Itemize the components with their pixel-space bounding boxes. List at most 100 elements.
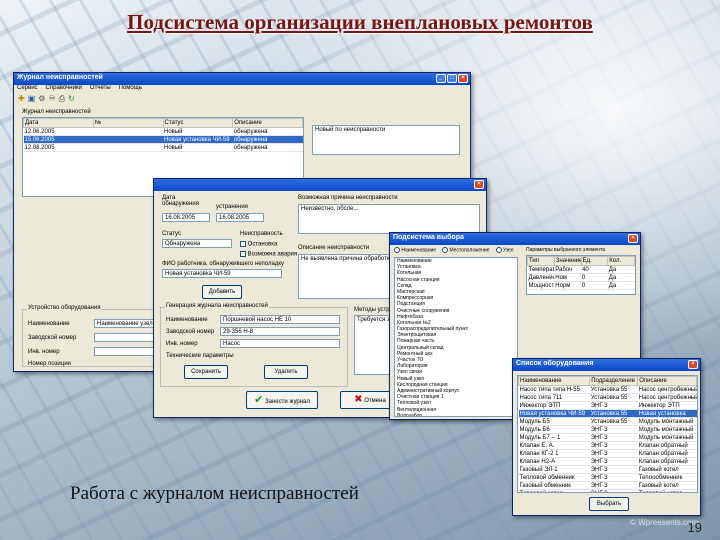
eq-name-field[interactable]: Поршневой насос НЕ 10 — [220, 315, 340, 324]
menu-service[interactable]: Сервис — [17, 85, 38, 94]
col-type[interactable]: Тип — [527, 256, 555, 266]
col-unit[interactable]: Ед. — [580, 256, 609, 266]
cell: Клапан обратный — [637, 449, 697, 458]
binoculars-icon[interactable]: ♾ — [48, 94, 55, 106]
col-eq-name[interactable]: Наименование — [518, 376, 591, 386]
cell: Новая установка ЧИ-59 — [518, 409, 590, 418]
eq-params-label: Технические параметры — [166, 353, 234, 359]
table-row[interactable]: Модуль Б5 Установка 55 Модуль монтажный — [518, 417, 697, 426]
delete-button[interactable]: Удалить — [264, 365, 308, 379]
col-eq-desc[interactable]: Описание — [637, 376, 697, 386]
table-row[interactable]: Насос типа типа Н-55 Установка 55 Насос це… — [518, 385, 697, 394]
check-accident[interactable]: Возможна авария — [240, 251, 297, 258]
eq-serial-field[interactable]: 29-356 Н-8 — [220, 327, 340, 336]
checkbox-icon[interactable] — [240, 241, 246, 247]
params-table[interactable]: Тип Значение Ед. Кол. ТемператураРабоч40… — [526, 255, 636, 295]
option-name[interactable]: Наименование — [394, 247, 436, 253]
option-location[interactable]: Местоположение — [442, 247, 490, 253]
cell: 0 — [581, 273, 608, 282]
cell: Рабоч — [554, 265, 581, 274]
table-row[interactable]: Модуль Б6 ЭНГ 3 Модуль монтажный — [518, 425, 697, 434]
eq-group-title: Генерация журнала неисправностей — [165, 303, 269, 309]
radio-icon[interactable] — [394, 247, 400, 253]
equipment-serial-field[interactable] — [94, 333, 160, 342]
add-icon[interactable]: ✚ — [18, 94, 25, 106]
selector-tree[interactable]: Наименование Установка Котельная Насосная с… — [394, 257, 518, 417]
cell: Тепловой котел — [637, 489, 697, 492]
radio-icon[interactable] — [495, 247, 502, 253]
menu-help[interactable]: Помощь — [119, 85, 142, 94]
table-row[interactable]: Газовый обменник ЭНГ 3 Газовый котел — [518, 481, 697, 490]
maximize-icon[interactable]: □ — [447, 74, 457, 83]
minimize-icon[interactable]: _ — [436, 74, 446, 83]
table-row[interactable]: Клапан Е. А. ЭНГ 3 Клапан обратный — [518, 441, 697, 450]
table-row[interactable]: Тепловой котелЭНГ 3Тепловой котел — [518, 489, 697, 492]
table-row[interactable]: Клапан КГ-2 1 ЭНГ 3 Клапан обратный — [518, 449, 697, 458]
cell-date: 12.08.2005 — [23, 143, 94, 152]
refresh-icon[interactable]: ↻ — [68, 94, 75, 106]
option-node[interactable]: Узел — [495, 247, 514, 253]
journal-side-text[interactable]: Новый по неисправности — [312, 125, 460, 155]
fio-field[interactable]: Новая установка ЧИ-59 — [162, 269, 282, 278]
checkmark-icon: ✔ — [254, 394, 264, 406]
table-row[interactable]: Клапан Н2-А ЭНГ 3 Клапан обратный — [518, 457, 697, 466]
fault-card-titlebar[interactable]: × — [154, 179, 486, 191]
col-value[interactable]: Значение — [553, 256, 582, 266]
close-icon[interactable]: × — [458, 74, 468, 83]
table-row[interactable]: Газовый ЭЛ-1 ЭНГ 3 Газовый котел — [518, 465, 697, 474]
cause-field[interactable]: Неизвестно, обсле... — [298, 204, 480, 234]
table-row[interactable]: Инжектор ЭТП ЭНГ 3 Инжектор ЭТП — [518, 401, 697, 410]
add-button[interactable]: Добавить — [202, 285, 242, 299]
radio-icon[interactable] — [442, 247, 449, 253]
table-row[interactable]: 12.06.2005 Новый обнаружена — [23, 127, 303, 136]
filter-icon[interactable]: ⚙ — [38, 94, 45, 106]
equipment-list-titlebar[interactable]: Список оборудования × — [513, 359, 700, 371]
menu-directories[interactable]: Справочники — [46, 85, 82, 94]
equipment-inv-field[interactable] — [94, 347, 160, 356]
fix-date-field[interactable]: 16.08.2005 — [216, 213, 264, 222]
status-select[interactable]: Обнаружена — [162, 239, 232, 248]
ok-button[interactable]: ✔ Занести журнал — [246, 391, 318, 409]
cell: Тепловой обменник — [518, 473, 590, 482]
print-icon[interactable]: ⎙ — [59, 94, 65, 106]
check-stop[interactable]: Остановка — [240, 241, 277, 248]
table-row[interactable]: МощностьНорм0Да — [527, 281, 635, 290]
equipment-table[interactable]: Наименование Подразделение Описание Насо… — [517, 375, 698, 493]
col-count[interactable]: Кол. — [607, 256, 635, 266]
col-status[interactable]: Статус — [162, 118, 234, 128]
table-row[interactable]: Модуль Б7 -- 1 ЭНГ 3 Модуль монтажный — [518, 433, 697, 442]
table-row[interactable]: Новая установка ЧИ-59 Установка 55 Новая у… — [518, 409, 697, 418]
close-icon[interactable]: × — [688, 360, 698, 369]
tree-item[interactable]: Водозабор — [395, 413, 517, 416]
col-number[interactable]: № — [92, 118, 164, 128]
select-button[interactable]: Выбрать — [589, 497, 629, 511]
table-row[interactable]: 15.06.2005 Новая установка ЧИ-59 обнаруж… — [23, 135, 303, 144]
checkbox-icon[interactable] — [240, 251, 246, 257]
date-label: Дата обнаружения — [162, 195, 200, 207]
cell: Норм — [554, 281, 581, 290]
table-row[interactable]: 12.08.2005 Новый обнаружена — [23, 143, 303, 152]
close-icon[interactable]: × — [628, 234, 638, 243]
selector-titlebar[interactable]: Подсистема выбора × — [390, 233, 640, 245]
cell: Модуль Б6 — [518, 425, 590, 434]
cell: Газовый обменник — [518, 481, 590, 490]
journal-titlebar[interactable]: Журнал неисправностей _ □ × — [14, 73, 470, 85]
cell: Инжектор ЭТП — [518, 401, 590, 410]
close-icon[interactable]: × — [474, 180, 484, 189]
menu-reports[interactable]: Отчеты — [90, 85, 111, 94]
table-row[interactable]: Насос типа 711 Установка 55 Насос центробе… — [518, 393, 697, 402]
col-description[interactable]: Описание — [232, 118, 303, 128]
save-button[interactable]: Сохранить — [184, 365, 228, 379]
date-field[interactable]: 16.08.2005 — [162, 213, 210, 222]
table-row[interactable]: ТемператураРабоч40Да — [527, 265, 635, 274]
cell: Модуль Б7 -- 1 — [518, 433, 590, 442]
cell: Модуль Б5 — [518, 417, 590, 426]
table-row[interactable]: Давление Ном 0 Да — [527, 273, 635, 282]
table-row[interactable]: Тепловой обменник ЭНГ 3 Теплообменник — [518, 473, 697, 482]
eq-inv-field[interactable]: Насос — [220, 339, 340, 348]
col-date[interactable]: Дата — [23, 118, 94, 128]
col-eq-unit[interactable]: Подразделение — [589, 376, 639, 386]
save-icon[interactable]: ▣ — [28, 94, 36, 106]
cell: Насос центробежный — [637, 385, 697, 394]
equipment-name-field[interactable]: Наименование узел ЭЛ-59 — [94, 319, 160, 328]
